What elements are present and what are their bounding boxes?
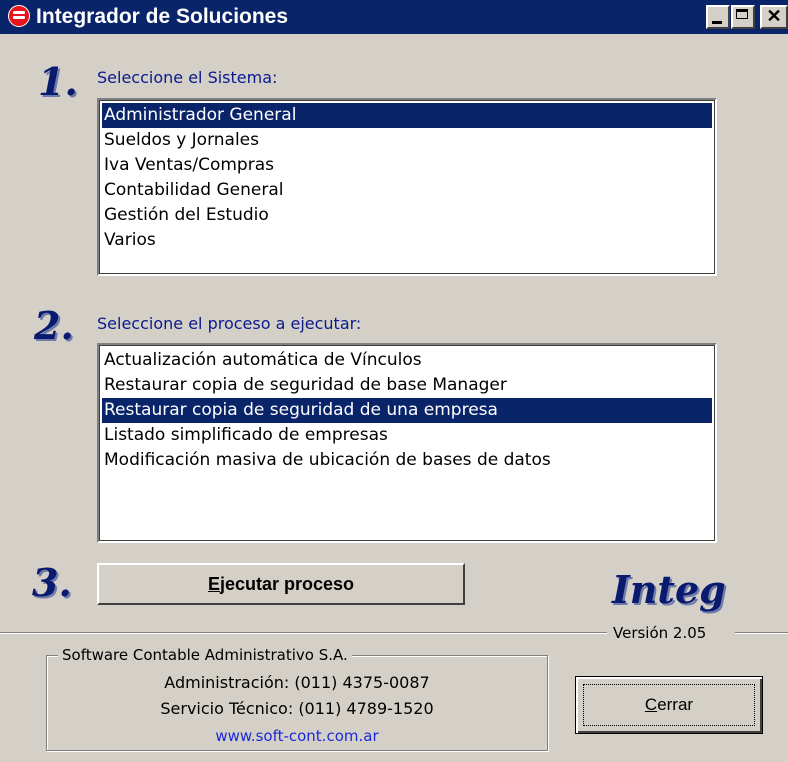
list-item[interactable]: Restaurar copia de seguridad de base Man… — [102, 373, 712, 398]
window-title: Integrador de Soluciones — [36, 5, 289, 28]
step-3-number: 3. — [32, 560, 72, 605]
integ-logo: Integ — [612, 567, 726, 612]
step-1-label: Seleccione el Sistema: — [97, 68, 278, 87]
focus-rect — [583, 684, 755, 726]
step-2-number: 2. — [34, 303, 74, 348]
step-1-number: 1. — [38, 59, 78, 104]
execute-accel-letter: E — [207, 574, 220, 594]
close-window-button[interactable]: ✕ — [760, 5, 788, 29]
list-item[interactable]: Actualización automática de Vínculos — [102, 348, 712, 373]
maximize-button[interactable] — [731, 5, 755, 29]
list-item[interactable]: Varios — [102, 228, 712, 253]
divider-left — [0, 632, 620, 634]
process-listbox[interactable]: Actualización automática de Vínculos Res… — [97, 343, 717, 543]
title-bar[interactable]: Integrador de Soluciones ✕ — [0, 0, 788, 34]
close-button[interactable]: Cerrar — [575, 676, 763, 734]
list-item[interactable]: Listado simplificado de empresas — [102, 423, 712, 448]
list-item[interactable]: Administrador General — [102, 103, 712, 128]
step-2-label: Seleccione el proceso a ejecutar: — [97, 314, 362, 333]
list-item[interactable]: Restaurar copia de seguridad de una empr… — [102, 398, 712, 423]
divider-right — [735, 632, 788, 634]
version-label: Versión 2.05 — [607, 623, 713, 643]
execute-button-label: jecutar proceso — [219, 574, 355, 594]
list-item[interactable]: Iva Ventas/Compras — [102, 153, 712, 178]
company-group-title: Software Contable Administrativo S.A. — [58, 645, 352, 665]
list-item[interactable]: Modificación masiva de ubicación de base… — [102, 448, 712, 473]
app-logo-icon[interactable] — [8, 5, 30, 27]
service-phone: Servicio Técnico: (011) 4789-1520 — [160, 699, 434, 718]
minimize-button[interactable] — [706, 5, 730, 29]
system-listbox[interactable]: Administrador General Sueldos y Jornales… — [97, 98, 717, 276]
list-item[interactable]: Sueldos y Jornales — [102, 128, 712, 153]
execute-process-button[interactable]: Ejecutar proceso — [97, 563, 465, 605]
admin-phone: Administración: (011) 4375-0087 — [164, 673, 430, 692]
website-link[interactable]: www.soft-cont.com.ar — [46, 725, 548, 747]
list-item[interactable]: Gestión del Estudio — [102, 203, 712, 228]
list-item[interactable]: Contabilidad General — [102, 178, 712, 203]
